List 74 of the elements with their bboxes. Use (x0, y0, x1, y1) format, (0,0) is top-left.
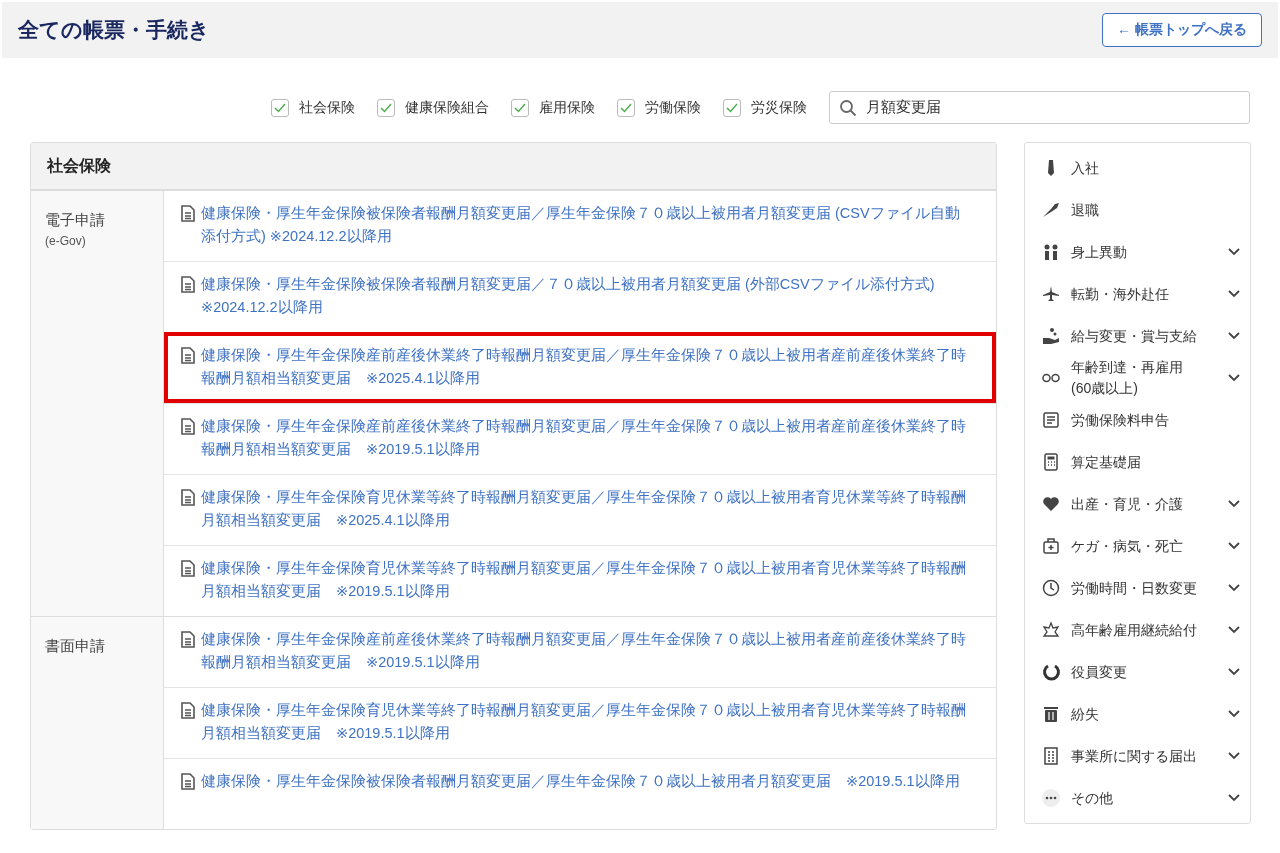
back-button[interactable]: ← 帳票トップへ戻る (1102, 13, 1262, 47)
category-link[interactable]: 事業所に関する届出 (1071, 745, 1228, 767)
chevron-icon[interactable] (1228, 668, 1240, 676)
group-sublabel: (e-Gov) (45, 234, 87, 248)
category-link[interactable]: 役員変更 (1071, 661, 1228, 683)
form-link[interactable]: 健康保険・厚生年金保険育児休業等終了時報酬月額変更届／厚生年金保険７０歳以上被用者育児休業等終了時報酬月額相当額変更届 ※2019.5.1以降用 (201, 699, 970, 745)
calculator-icon (1041, 452, 1061, 472)
building-icon (1041, 746, 1061, 766)
trash-icon (1041, 704, 1061, 724)
category-link[interactable]: 身上異動 (1071, 241, 1228, 263)
form-link[interactable]: 健康保険・厚生年金保険被保険者報酬月額変更届／厚生年金保険７０歳以上被用者月額変更届 ※2019.5.1以降用 (201, 770, 960, 793)
tie-icon (1048, 160, 1054, 176)
chevron-icon[interactable] (1228, 542, 1240, 550)
document-icon (181, 631, 195, 648)
checkbox[interactable] (511, 98, 529, 117)
checkbox[interactable] (617, 98, 635, 117)
clock-icon (1041, 578, 1061, 598)
form-link[interactable]: 健康保険・厚生年金保険育児休業等終了時報酬月額変更届／厚生年金保険７０歳以上被用者育児休業等終了時報酬月額相当額変更届 ※2025.4.1以降用 (201, 486, 970, 532)
checkbox-label: 労働保険 (645, 98, 701, 117)
chevron-icon[interactable] (1228, 332, 1240, 340)
hand-coins-icon (1041, 326, 1061, 346)
chevron-icon[interactable] (1228, 794, 1240, 802)
document-icon (181, 773, 195, 790)
panel-title: 社会保険 (31, 143, 996, 190)
category-link[interactable]: 紛失 (1071, 703, 1228, 725)
document-icon (181, 347, 195, 364)
form-link[interactable]: 健康保険・厚生年金保険産前産後休業終了時報酬月額変更届／厚生年金保険７０歳以上被用者産前産後休業終了時報酬月額相当額変更届 ※2019.5.1以降用 (201, 415, 970, 461)
checkbox-label: 健康保険組合 (405, 98, 489, 117)
group-label: 電子申請 (45, 211, 106, 230)
category-link[interactable]: 退職 (1071, 199, 1240, 221)
form-link[interactable]: 健康保険・厚生年金保険産前産後休業終了時報酬月額変更届／厚生年金保険７０歳以上被用者産前産後休業終了時報酬月額相当額変更届 ※2019.5.1以降用 (201, 628, 970, 674)
checkbox[interactable] (723, 98, 741, 117)
category-link[interactable]: ケガ・病気・死亡 (1071, 535, 1228, 557)
checkbox[interactable] (377, 98, 395, 117)
chevron-icon[interactable] (1228, 584, 1240, 592)
form-link[interactable]: 健康保険・厚生年金保険産前産後休業終了時報酬月額変更届／厚生年金保険７０歳以上被用者産前産後休業終了時報酬月額相当額変更届 ※2025.4.1以降用 (201, 344, 970, 390)
category-link[interactable]: 労働保険料申告 (1071, 409, 1240, 431)
category-link[interactable]: 転勤・海外赴任 (1071, 283, 1228, 305)
search-icon (839, 99, 857, 117)
chevron-icon[interactable] (1228, 752, 1240, 760)
checkbox-label: 社会保険 (299, 98, 355, 117)
category-link[interactable]: 高年齢雇用継続給付 (1071, 619, 1228, 641)
document-icon (181, 702, 195, 719)
category-link[interactable]: 給与変更・賞与支給 (1071, 325, 1228, 347)
form-link[interactable]: 健康保険・厚生年金保険被保険者報酬月額変更届／厚生年金保険７０歳以上被用者月額変更届 (CSVファイル自動添付方式) ※2024.12.2以降用 (201, 202, 970, 248)
page-title: 全ての帳票・手続き (18, 17, 210, 43)
checkbox[interactable] (271, 98, 289, 117)
category-link[interactable]: その他 (1071, 787, 1228, 809)
chevron-icon[interactable] (1228, 710, 1240, 718)
more-icon (1041, 788, 1061, 808)
chevron-icon[interactable] (1228, 290, 1240, 298)
document-icon (181, 489, 195, 506)
document-icon (181, 418, 195, 435)
document-icon (1041, 410, 1061, 430)
category-link[interactable]: 年齢到達・再雇用 (60歳以上) (1071, 357, 1228, 399)
chevron-icon[interactable] (1228, 374, 1240, 382)
category-link[interactable]: 入社 (1071, 157, 1240, 179)
first-aid-kit-icon (1041, 536, 1061, 556)
chevron-icon[interactable] (1228, 500, 1240, 508)
heart-icon (1041, 494, 1061, 514)
document-icon (181, 276, 195, 293)
checkbox-label: 雇用保険 (539, 98, 595, 117)
form-link[interactable]: 健康保険・厚生年金保険育児休業等終了時報酬月額変更届／厚生年金保険７０歳以上被用者育児休業等終了時報酬月額相当額変更届 ※2019.5.1以降用 (201, 557, 970, 603)
chevron-icon[interactable] (1228, 626, 1240, 634)
search-field[interactable]: 月額変更届 (829, 91, 1250, 124)
document-icon (181, 205, 195, 222)
category-link[interactable]: 出産・育児・介護 (1071, 493, 1228, 515)
group-label: 書面申請 (45, 637, 106, 656)
form-link[interactable]: 健康保険・厚生年金保険被保険者報酬月額変更届／７０歳以上被用者月額変更届 (外部CSVファイル添付方式) ※2024.12.2以降用 (201, 273, 970, 319)
document-icon (181, 560, 195, 577)
category-link[interactable]: 労働時間・日数変更 (1071, 577, 1228, 599)
chevron-icon[interactable] (1228, 248, 1240, 256)
checkbox-label: 労災保険 (751, 98, 807, 117)
category-link[interactable]: 算定基礎届 (1071, 451, 1240, 473)
